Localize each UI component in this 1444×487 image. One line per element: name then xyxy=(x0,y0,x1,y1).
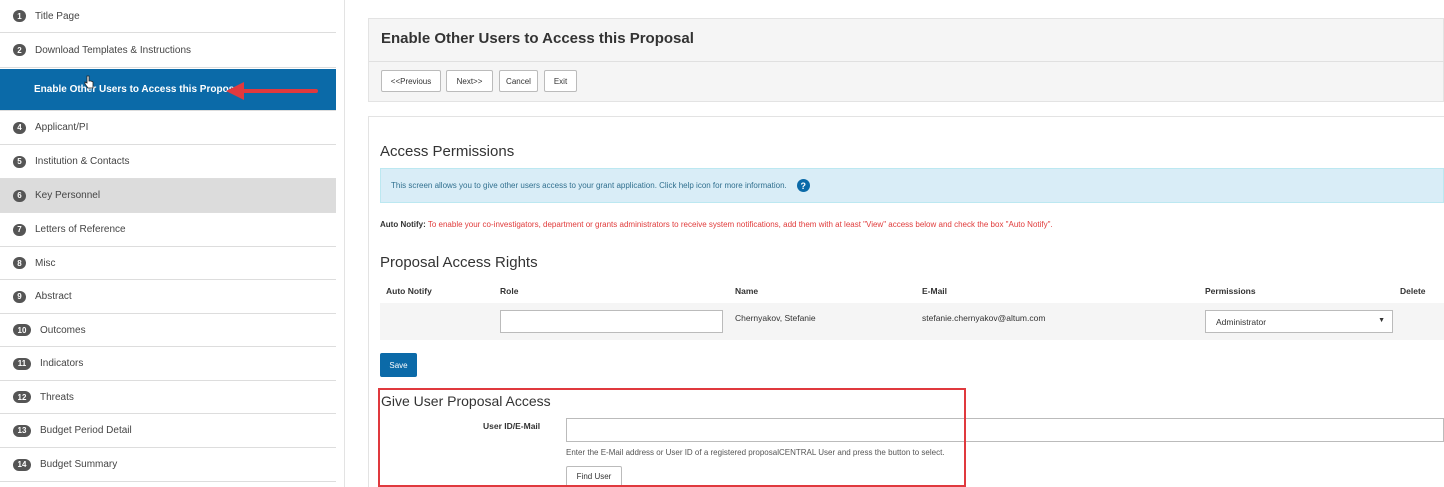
access-permissions-heading: Access Permissions xyxy=(380,143,515,160)
sidebar-item-indicators[interactable]: 11 Indicators xyxy=(0,347,336,381)
sidebar-item-label: Title Page xyxy=(35,10,80,22)
sidebar-item-budget-period-detail[interactable]: 13 Budget Period Detail xyxy=(0,414,336,448)
column-header-role: Role xyxy=(500,286,519,296)
hand-cursor-icon xyxy=(84,75,94,89)
permissions-selected-value: Administrator xyxy=(1216,316,1267,327)
header-divider xyxy=(369,61,1444,62)
permissions-select[interactable]: Administrator ▼ xyxy=(1205,310,1393,333)
auto-notify-notice: Auto Notify: To enable your co-investiga… xyxy=(380,220,1053,229)
next-button[interactable]: Next>> xyxy=(446,70,493,92)
sidebar-item-abstract[interactable]: 9 Abstract xyxy=(0,280,336,314)
sidebar-item-label: Misc xyxy=(35,257,56,269)
sidebar-item-misc[interactable]: 8 Misc xyxy=(0,247,336,280)
sidebar-item-label: Threats xyxy=(40,391,74,403)
step-number-badge: 13 xyxy=(13,424,31,437)
sidebar-item-title-page[interactable]: 1 Title Page xyxy=(0,0,336,33)
sidebar-item-label: Institution & Contacts xyxy=(35,156,130,167)
column-header-auto-notify: Auto Notify xyxy=(386,286,432,296)
role-input[interactable] xyxy=(500,310,723,333)
column-header-permissions: Permissions xyxy=(1205,286,1256,296)
sidebar-item-label: Key Personnel xyxy=(35,190,101,201)
step-number-badge: 12 xyxy=(13,391,31,403)
sidebar-divider xyxy=(344,0,345,487)
column-header-name: Name xyxy=(735,286,759,296)
step-number-badge: 7 xyxy=(13,223,26,236)
help-icon[interactable]: ? xyxy=(796,179,810,192)
red-arrow-icon xyxy=(226,82,318,100)
info-alert: This screen allows you to give other use… xyxy=(380,168,1444,203)
sidebar-item-budget-summary[interactable]: 14 Budget Summary xyxy=(0,448,336,482)
exit-button[interactable]: Exit xyxy=(544,70,577,92)
column-header-email: E-Mail xyxy=(922,286,948,296)
sidebar-item-label: Abstract xyxy=(35,291,72,302)
sidebar-item-label: Letters of Reference xyxy=(35,224,126,235)
sidebar-item-label: Applicant/PI xyxy=(35,122,89,133)
column-header-delete: Delete xyxy=(1400,286,1426,296)
sidebar-item-key-personnel[interactable]: 6 Key Personnel xyxy=(0,179,336,213)
cancel-button[interactable]: Cancel xyxy=(499,70,538,92)
sidebar-item-download-templates[interactable]: 2 Download Templates & Instructions xyxy=(0,33,336,68)
sidebar-item-applicant-pi[interactable]: 4 Applicant/PI xyxy=(0,111,336,145)
proposal-access-rights-heading: Proposal Access Rights xyxy=(380,254,538,271)
sidebar-item-label: Download Templates & Instructions xyxy=(35,44,192,56)
sidebar-item-outcomes[interactable]: 10 Outcomes xyxy=(0,314,336,347)
sidebar-item-letters-of-reference[interactable]: 7 Letters of Reference xyxy=(0,213,336,247)
step-number-badge: 9 xyxy=(13,290,26,303)
info-text: This screen allows you to give other use… xyxy=(391,181,787,190)
sidebar: 1 Title Page 2 Download Templates & Inst… xyxy=(0,0,336,487)
step-number-badge: 6 xyxy=(13,189,26,202)
page-header-panel: Enable Other Users to Access this Propos… xyxy=(368,18,1444,102)
step-number-badge: 14 xyxy=(13,458,31,471)
sidebar-item-label: Outcomes xyxy=(40,324,86,336)
sidebar-item-label: Budget Period Detail xyxy=(40,425,132,436)
sidebar-item-label: Indicators xyxy=(40,358,84,369)
highlight-annotation-box xyxy=(378,388,966,487)
save-button[interactable]: Save xyxy=(380,353,417,377)
previous-button[interactable]: <<Previous xyxy=(381,70,441,92)
sidebar-item-label: Enable Other Users to Access this Propos… xyxy=(34,84,243,95)
step-number-badge: 10 xyxy=(13,324,31,336)
page-title: Enable Other Users to Access this Propos… xyxy=(381,30,694,47)
step-number-badge: 1 xyxy=(13,10,26,22)
step-number-badge: 5 xyxy=(13,155,26,168)
step-number-badge: 4 xyxy=(13,121,26,134)
step-number-badge: 11 xyxy=(13,357,31,370)
user-email-cell: stefanie.chernyakov@altum.com xyxy=(922,313,1046,323)
sidebar-item-institution-contacts[interactable]: 5 Institution & Contacts xyxy=(0,145,336,179)
auto-notify-label: Auto Notify: xyxy=(380,220,426,229)
auto-notify-text: To enable your co-investigators, departm… xyxy=(427,220,1053,229)
step-number-badge: 2 xyxy=(13,44,26,56)
user-name-cell: Chernyakov, Stefanie xyxy=(735,313,816,323)
step-number-badge: 8 xyxy=(13,257,26,269)
dropdown-arrow-icon: ▼ xyxy=(1378,317,1385,324)
sidebar-item-label: Budget Summary xyxy=(40,459,118,470)
sidebar-item-threats[interactable]: 12 Threats xyxy=(0,381,336,414)
